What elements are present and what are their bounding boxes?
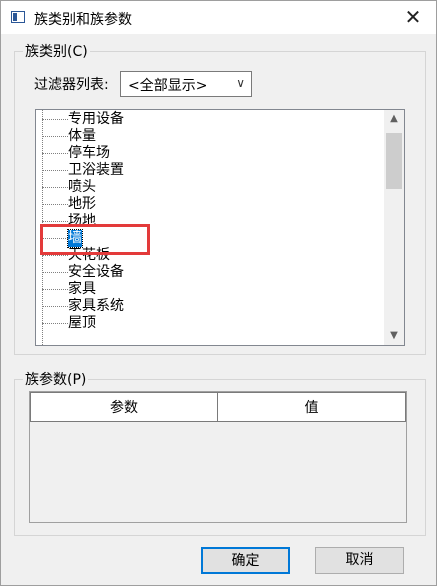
tree-item[interactable]: 地形 bbox=[36, 196, 385, 213]
tree-item[interactable]: 家具系统 bbox=[36, 298, 385, 315]
window-title: 族类别和族参数 bbox=[34, 12, 132, 28]
tree-item-label: 卫浴装置 bbox=[68, 162, 124, 178]
tree-connector bbox=[42, 255, 68, 256]
filter-label: 过滤器列表: bbox=[34, 77, 109, 93]
tree-item[interactable]: 家具 bbox=[36, 281, 385, 298]
tree-connector bbox=[42, 221, 68, 222]
tree-item-label: 喷头 bbox=[68, 179, 96, 195]
params-table[interactable]: 参数 值 bbox=[29, 391, 407, 523]
tree-item-label: 专用设备 bbox=[68, 111, 124, 127]
column-header-param[interactable]: 参数 bbox=[30, 392, 218, 422]
tree-connector bbox=[42, 170, 68, 171]
scroll-thumb[interactable] bbox=[386, 133, 402, 189]
filter-dropdown-value: <全部显示> bbox=[128, 78, 208, 94]
tree-item[interactable]: 屋顶 bbox=[36, 315, 385, 332]
tree-item-label: 地形 bbox=[68, 196, 96, 212]
tree-item-label: 安全设备 bbox=[68, 264, 124, 280]
highlight-annotation-box bbox=[40, 224, 150, 255]
tree-item[interactable]: 安全设备 bbox=[36, 264, 385, 281]
params-group-label: 族参数(P) bbox=[23, 369, 89, 389]
tree-item-label: 停车场 bbox=[68, 145, 110, 161]
tree-item[interactable]: 卫浴装置 bbox=[36, 162, 385, 179]
tree-item-label: 家具 bbox=[68, 281, 96, 297]
scroll-down-icon[interactable]: ▼ bbox=[384, 327, 404, 345]
tree-item[interactable]: 停车场 bbox=[36, 145, 385, 162]
family-category-dialog: 族类别和族参数 ✕ 族类别(C) 过滤器列表: <全部显示> ∨ 专用设备 体量停… bbox=[0, 0, 437, 586]
filter-dropdown[interactable]: <全部显示> ∨ bbox=[120, 71, 252, 97]
tree-item[interactable]: 专用设备 bbox=[36, 111, 385, 128]
tree-scrollbar[interactable]: ▲ ▼ bbox=[384, 110, 404, 345]
tree-connector bbox=[42, 153, 68, 154]
scroll-up-icon[interactable]: ▲ bbox=[384, 110, 404, 128]
tree-connector bbox=[42, 204, 68, 205]
tree-item-label: 屋顶 bbox=[68, 315, 96, 331]
tree-connector bbox=[42, 119, 68, 120]
title-bar: 族类别和族参数 ✕ bbox=[1, 1, 436, 34]
ok-button[interactable]: 确定 bbox=[201, 547, 290, 574]
tree-item[interactable]: 体量 bbox=[36, 128, 385, 145]
chevron-down-icon: ∨ bbox=[236, 76, 245, 90]
tree-connector bbox=[42, 323, 68, 324]
close-icon[interactable]: ✕ bbox=[400, 5, 426, 29]
tree-item[interactable]: 喷头 bbox=[36, 179, 385, 196]
category-group-label: 族类别(C) bbox=[23, 41, 90, 61]
tree-connector bbox=[42, 187, 68, 188]
tree-connector bbox=[42, 306, 68, 307]
column-header-value[interactable]: 值 bbox=[217, 392, 406, 422]
tree-connector bbox=[42, 272, 68, 273]
app-icon bbox=[11, 11, 25, 23]
tree-item-label: 体量 bbox=[68, 128, 96, 144]
tree-item-label: 家具系统 bbox=[68, 298, 124, 314]
tree-connector bbox=[42, 289, 68, 290]
tree-connector bbox=[42, 136, 68, 137]
cancel-button[interactable]: 取消 bbox=[315, 547, 404, 574]
